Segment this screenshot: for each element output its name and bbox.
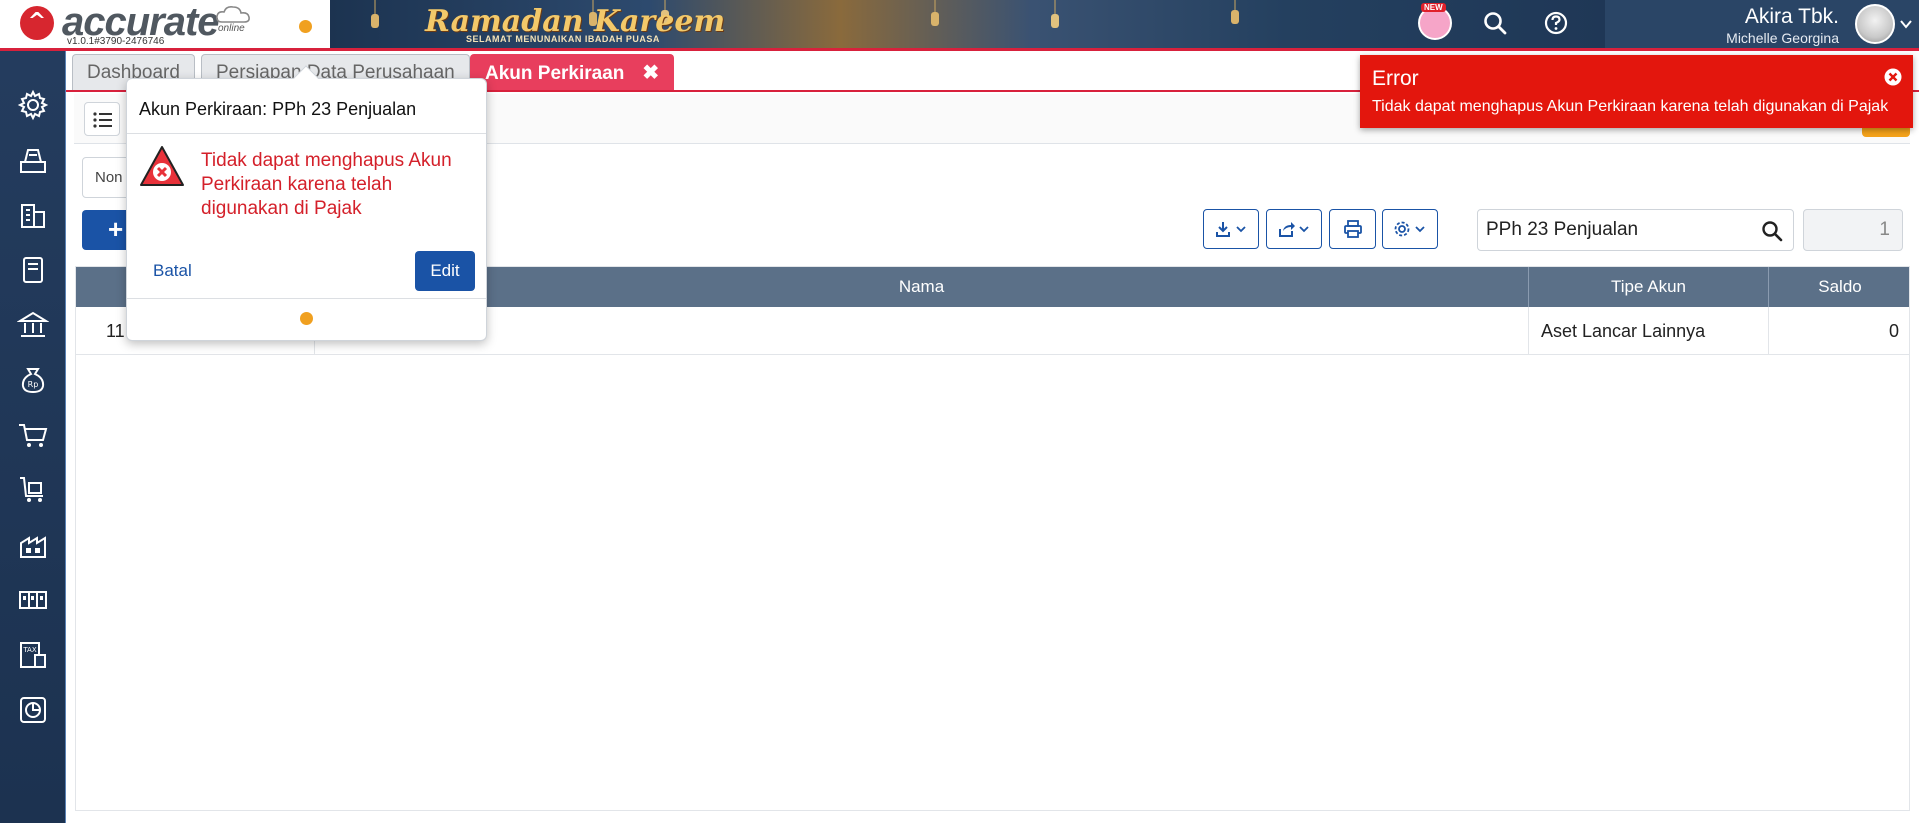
search-field[interactable] xyxy=(1477,209,1794,251)
new-badge: NEW xyxy=(1421,3,1446,12)
column-header-tipe-akun[interactable]: Tipe Akun xyxy=(1529,267,1769,307)
edit-button[interactable]: Edit xyxy=(415,251,475,291)
company-building-icon[interactable] xyxy=(17,199,49,231)
share-icon xyxy=(1279,222,1309,237)
user-name: Michelle Georgina xyxy=(1726,30,1839,46)
version-label: v1.0.1#3790-2476746 xyxy=(67,36,165,47)
banner-subtitle: SELAMAT MENUNAIKAN IBADAH PUASA xyxy=(466,34,660,44)
popover-error-message: Tidak dapat menghapus Akun Perkiraan kar… xyxy=(201,150,452,219)
status-dot[interactable] xyxy=(299,20,312,33)
divider xyxy=(127,298,486,299)
brand-sub: online xyxy=(218,23,245,34)
lantern-icon xyxy=(1231,0,1239,24)
search-icon[interactable] xyxy=(1482,10,1508,36)
tax-document-icon[interactable]: TAX xyxy=(17,639,49,671)
download-button[interactable] xyxy=(1203,209,1259,249)
lantern-icon xyxy=(931,0,939,26)
close-icon[interactable] xyxy=(1883,67,1903,87)
cancel-button[interactable]: Batal xyxy=(153,261,192,281)
cashier-register-icon[interactable] xyxy=(17,144,49,176)
report-chart-icon[interactable] xyxy=(17,694,49,726)
lantern-icon xyxy=(371,0,379,28)
settings-button[interactable] xyxy=(1382,209,1438,249)
list-view-button[interactable] xyxy=(84,102,120,136)
cell-saldo: 0 xyxy=(1888,321,1899,341)
gear-icon xyxy=(1394,221,1425,237)
settings-gear-icon[interactable] xyxy=(17,89,49,121)
share-export-button[interactable] xyxy=(1266,209,1322,249)
column-header-nama[interactable]: Nama xyxy=(315,267,1529,307)
lantern-icon xyxy=(1051,0,1059,28)
help-icon[interactable] xyxy=(1543,10,1569,36)
shopping-cart-icon[interactable] xyxy=(17,419,49,451)
search-input[interactable] xyxy=(1486,210,1756,250)
logo[interactable]: ^ accurate online v1.0.1#3790-2476746 xyxy=(0,0,330,48)
column-header-saldo[interactable]: Saldo xyxy=(1769,267,1911,307)
avatar[interactable] xyxy=(1855,4,1895,44)
tab-label: Akun Perkiraan xyxy=(485,63,625,84)
svg-text:Rp: Rp xyxy=(28,380,39,389)
company-name: Akira Tbk. xyxy=(1744,5,1839,28)
error-toast: Error Tidak dapat menghapus Akun Perkira… xyxy=(1360,55,1913,128)
cell-nama: n xyxy=(315,307,1529,355)
print-button[interactable] xyxy=(1329,209,1376,249)
account-action-popover: Akun Perkiraan: PPh 23 Penjualan Tidak d… xyxy=(126,65,487,341)
printer-icon xyxy=(1343,220,1362,238)
accurate-logo-icon: ^ xyxy=(20,6,54,40)
toast-message: Tidak dapat menghapus Akun Perkiraan kar… xyxy=(1372,98,1889,115)
bank-icon[interactable] xyxy=(16,309,50,341)
search-icon[interactable] xyxy=(1761,220,1783,242)
ramadan-banner: Ramadan Kareem SELAMAT MENUNAIKAN IBADAH… xyxy=(330,0,1605,48)
svg-text:TAX: TAX xyxy=(22,646,37,654)
popover-title: Akun Perkiraan: PPh 23 Penjualan xyxy=(139,99,417,119)
chevron-down-icon[interactable] xyxy=(1899,17,1913,31)
user-menu[interactable]: Akira Tbk. Michelle Georgina xyxy=(1605,0,1919,48)
accounts-table: Nama Tipe Akun Saldo 11 n Aset Lancar La… xyxy=(75,266,1910,811)
inventory-items-icon[interactable] xyxy=(17,584,49,616)
warehouse-factory-icon[interactable] xyxy=(17,529,49,561)
page-number-input[interactable]: 1 xyxy=(1803,209,1903,251)
error-warning-icon xyxy=(140,146,184,186)
cell-tipe-akun: Aset Lancar Lainnya xyxy=(1529,307,1769,355)
money-bag-icon[interactable]: Rp xyxy=(17,364,49,396)
status-dot[interactable] xyxy=(300,312,313,325)
sidebar: Rp TAX xyxy=(0,51,66,823)
close-icon[interactable]: ✖ xyxy=(642,55,659,91)
tab-akun-perkiraan[interactable]: Akun Perkiraan ✖ xyxy=(470,54,675,91)
purchase-cart-icon[interactable] xyxy=(17,474,49,506)
ledger-book-icon[interactable] xyxy=(17,254,49,286)
crescent-moon-icon xyxy=(784,10,796,34)
toast-title: Error xyxy=(1372,67,1419,90)
download-icon xyxy=(1216,222,1246,237)
top-bar: ^ accurate online v1.0.1#3790-2476746 Ra… xyxy=(0,0,1919,51)
divider xyxy=(127,133,486,134)
list-icon xyxy=(93,112,112,128)
